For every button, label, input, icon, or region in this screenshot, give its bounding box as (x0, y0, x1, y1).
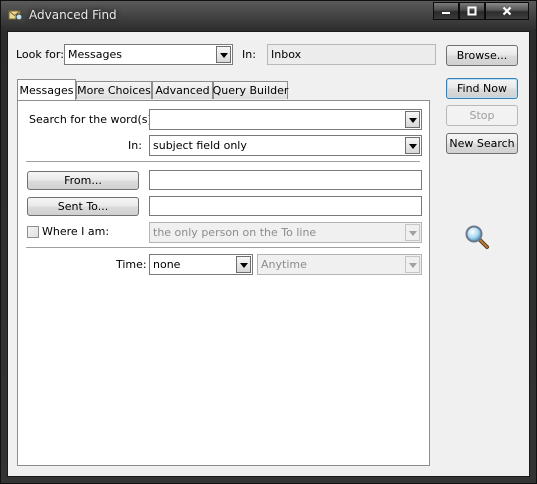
minimize-icon (442, 12, 450, 14)
time-label: Time: (116, 258, 147, 271)
tab-more-choices[interactable]: More Choices (76, 81, 152, 99)
new-search-button[interactable]: New Search (446, 133, 518, 154)
look-for-value: Messages (68, 48, 122, 61)
separator (26, 247, 420, 249)
chevron-down-icon[interactable] (216, 46, 231, 63)
window-title: Advanced Find (29, 8, 117, 22)
dialog-body: Look for: Messages In: Inbox Browse... M… (7, 31, 530, 477)
sent-to-field[interactable] (149, 196, 422, 216)
stop-button[interactable]: Stop (446, 105, 518, 126)
look-for-dropdown[interactable]: Messages (64, 44, 233, 65)
tab-advanced[interactable]: Advanced (152, 81, 213, 99)
look-for-label: Look for: (16, 48, 64, 61)
messages-tab-panel: Search for the word(s): In: subject fiel… (17, 100, 430, 466)
magnifier-icon (464, 224, 490, 250)
chevron-down-icon[interactable] (405, 111, 420, 128)
from-button[interactable]: From... (27, 171, 139, 190)
caption-buttons (433, 2, 529, 21)
in-folder-label: In: (242, 48, 256, 61)
sent-to-button[interactable]: Sent To... (27, 197, 139, 216)
search-words-label: Search for the word(s): (29, 113, 156, 126)
minimize-button[interactable] (433, 2, 459, 20)
where-i-am-checkbox[interactable] (27, 226, 39, 238)
in-folder-field: Inbox (267, 44, 436, 65)
time-value: none (153, 258, 181, 271)
close-icon (502, 6, 512, 16)
close-button[interactable] (485, 2, 529, 20)
search-words-input[interactable] (149, 109, 422, 130)
where-i-am-label: Where I am: (42, 225, 110, 238)
tab-messages[interactable]: Messages (17, 79, 76, 100)
advanced-find-window: Advanced Find Look for: Messages In: Inb… (0, 0, 537, 484)
chevron-down-icon (405, 256, 420, 273)
search-in-label: In: (128, 139, 142, 152)
maximize-icon (467, 6, 477, 16)
browse-button[interactable]: Browse... (446, 45, 518, 66)
search-in-dropdown[interactable]: subject field only (149, 135, 422, 156)
chevron-down-icon (405, 224, 420, 241)
time-range-dropdown: Anytime (257, 254, 422, 275)
from-field[interactable] (149, 170, 422, 190)
tab-query-builder[interactable]: Query Builder (213, 81, 288, 99)
search-in-value: subject field only (153, 139, 247, 152)
find-envelope-icon (8, 8, 25, 23)
title-bar[interactable]: Advanced Find (1, 1, 536, 31)
maximize-button[interactable] (459, 2, 485, 20)
where-i-am-dropdown: the only person on the To line (149, 222, 422, 243)
find-now-button[interactable]: Find Now (446, 78, 518, 99)
separator (26, 161, 420, 163)
in-folder-value: Inbox (271, 48, 302, 61)
chevron-down-icon[interactable] (236, 256, 251, 273)
time-dropdown[interactable]: none (149, 254, 253, 275)
chevron-down-icon[interactable] (405, 137, 420, 154)
where-i-am-value: the only person on the To line (153, 226, 317, 239)
time-range-value: Anytime (261, 258, 307, 271)
